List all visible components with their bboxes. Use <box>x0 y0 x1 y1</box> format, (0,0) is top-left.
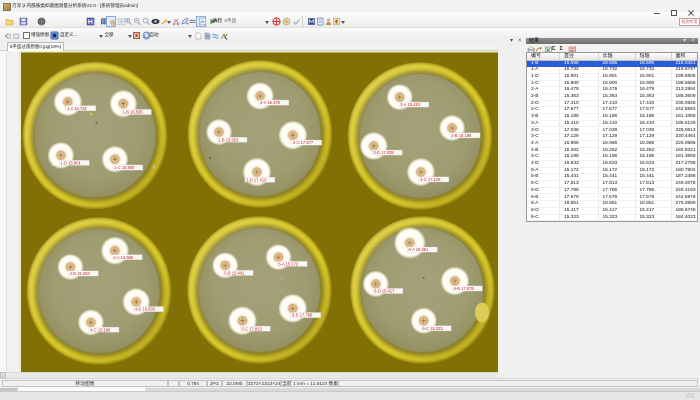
svg-text:5-D 17.786: 5-D 17.786 <box>292 313 313 318</box>
svg-text:4-A 16.966: 4-A 16.966 <box>113 255 134 260</box>
svg-text:1-C 15.900: 1-C 15.900 <box>114 165 135 170</box>
svg-text:5-B 15.441: 5-B 15.441 <box>224 271 245 276</box>
svg-text:2-B 15.363: 2-B 15.363 <box>218 137 239 142</box>
svg-text:5-C 17.813: 5-C 17.813 <box>242 326 263 331</box>
svg-text:1-D 15.901: 1-D 15.901 <box>61 161 82 166</box>
svg-text:4-B 15.262: 4-B 15.262 <box>70 271 91 276</box>
svg-text:3-A 15.410: 3-A 15.410 <box>400 102 421 107</box>
svg-text:3-C 17.129: 3-C 17.129 <box>420 177 441 182</box>
svg-text:4-C 15.196: 4-C 15.196 <box>90 327 111 332</box>
svg-text:6-D 15.417: 6-D 15.417 <box>374 289 395 294</box>
svg-text:6-C 15.323: 6-C 15.323 <box>423 326 444 331</box>
svg-text:5-A 15.172: 5-A 15.172 <box>278 262 299 267</box>
svg-text:1-A 16.732: 1-A 16.732 <box>67 106 88 111</box>
svg-text:2-D 17.410: 2-D 17.410 <box>246 177 267 182</box>
svg-text:6-A 18.851: 6-A 18.851 <box>409 247 430 252</box>
svg-text:2-C 17.577: 2-C 17.577 <box>293 140 314 145</box>
svg-text:4-D 16.633: 4-D 16.633 <box>135 307 156 312</box>
svg-text:6-B 17.579: 6-B 17.579 <box>454 286 475 291</box>
svg-text:3-B 15.186: 3-B 15.186 <box>451 133 472 138</box>
svg-text:3-D 17.038: 3-D 17.038 <box>373 150 394 155</box>
svg-text:2-A 16.479: 2-A 16.479 <box>260 100 281 105</box>
svg-text:1-B 16.595: 1-B 16.595 <box>123 110 144 115</box>
